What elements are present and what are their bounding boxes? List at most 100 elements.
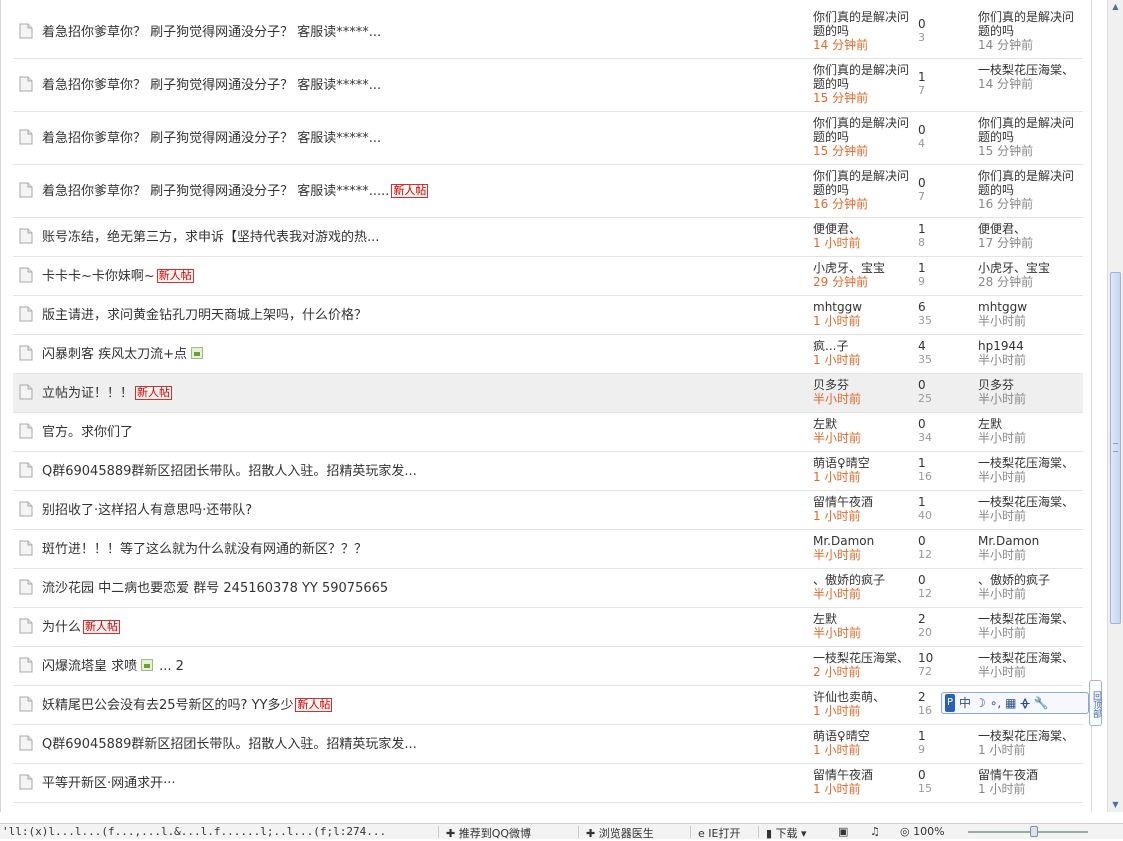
last-poster-link[interactable]: 一枝梨花压海棠、 xyxy=(978,456,1083,470)
image-attachment-icon xyxy=(191,347,204,359)
table-row[interactable]: 卡卡卡~卡你妹啊~ 新人帖 小虎牙、宝宝 29 分钟前 1 9 小虎牙、宝宝 28 分钟前 xyxy=(13,257,1083,296)
author-name-link[interactable]: 便便君、 xyxy=(813,222,913,236)
last-poster-link[interactable]: 贝多芬 xyxy=(978,378,1083,392)
last-poster-link[interactable]: 一枝梨花压海棠、 xyxy=(978,612,1083,626)
last-poster-link[interactable]: 一枝梨花压海棠、 xyxy=(978,495,1083,509)
last-poster-link[interactable]: 左默 xyxy=(978,417,1083,431)
table-row[interactable]: 着急招你爹草你？ 刷子狗觉得网通没分子？ 客服读*****... 你们真的是解决问… xyxy=(13,112,1083,165)
ime-toolbar[interactable]: P 中 ☽ ∘, ▦ ᚖ 🔧 xyxy=(941,692,1089,714)
thread-title-link[interactable]: 着急招你爹草你？ 刷子狗觉得网通没分子？ 客服读*****... xyxy=(42,78,381,93)
thread-title-link[interactable]: 闪爆流塔皇 求喷 xyxy=(42,659,137,674)
author-name-link[interactable]: 萌语♀晴空 xyxy=(813,456,913,470)
table-row[interactable]: 官方。求你们了 左默 半小时前 0 34 左默 半小时前 xyxy=(13,413,1083,452)
author-name-link[interactable]: 许仙也卖萌、 xyxy=(813,690,913,704)
ime-punctuation-icon[interactable]: ∘, xyxy=(990,694,1001,712)
thread-title-link[interactable]: 官方。求你们了 xyxy=(42,425,133,440)
table-row[interactable]: 为什么 新人帖 左默 半小时前 2 20 一枝梨花压海棠、 半小时前 xyxy=(13,608,1083,647)
author-name-link[interactable]: 萌语♀晴空 xyxy=(813,729,913,743)
ime-keyboard-icon[interactable]: ▦ xyxy=(1005,694,1016,712)
author-name-link[interactable]: 、傲娇的疯子 xyxy=(813,573,913,587)
thread-title-link[interactable]: 为什么 xyxy=(42,620,81,635)
table-row[interactable]: Q群69045889群新区招团长带队。招散人入驻。招精英玩家发... 萌语♀晴空 1… xyxy=(13,725,1083,764)
last-poster-link[interactable]: 、傲娇的疯子 xyxy=(978,573,1083,587)
last-poster-link[interactable]: 便便君、 xyxy=(978,222,1083,236)
thread-title-link[interactable]: 流沙花园 中二病也要恋爱 群号 245160378 YY 59075665 xyxy=(42,581,388,596)
author-name-link[interactable]: Mr.Damon xyxy=(813,534,913,548)
zoom-level[interactable]: ◎ 100% xyxy=(900,825,945,838)
thread-title-link[interactable]: 着急招你爹草你？ 刷子狗觉得网通没分子？ 客服读*****..... xyxy=(42,184,389,199)
table-row[interactable]: 着急招你爹草你？ 刷子狗觉得网通没分子？ 客服读*****... 你们真的是解决问… xyxy=(13,6,1083,59)
table-row[interactable]: 立帖为证！！！ 新人帖 贝多芬 半小时前 0 25 贝多芬 半小时前 xyxy=(13,374,1083,413)
post-time: 1 小时前 xyxy=(813,353,861,367)
last-poster-link[interactable]: hp1944 xyxy=(978,339,1083,353)
last-poster-link[interactable]: 你们真的是解决问题的吗 xyxy=(978,10,1083,38)
author-name-link[interactable]: 你们真的是解决问题的吗 xyxy=(813,63,913,91)
table-row[interactable]: 流沙花园 中二病也要恋爱 群号 245160378 YY 59075665 、傲娇… xyxy=(13,569,1083,608)
last-poster-link[interactable]: 一枝梨花压海棠、 xyxy=(978,63,1083,77)
thread-title-link[interactable]: 版主请进，求问黄金钻孔刀明天商城上架吗，什么价格？ xyxy=(42,308,367,323)
author-name-link[interactable]: mhtggw xyxy=(813,300,913,314)
thread-title-link[interactable]: 立帖为证！！！ xyxy=(42,386,133,401)
thread-title-link[interactable]: 账号冻结，绝无第三方，求申诉【坚持代表我对游戏的热... xyxy=(42,230,379,245)
author-name-link[interactable]: 左默 xyxy=(813,612,913,626)
thread-title-link[interactable]: 别招收了·这样招人有意思吗·还带队? xyxy=(42,503,252,518)
last-poster-link[interactable]: mhtggw xyxy=(978,300,1083,314)
scroll-up-arrow-icon[interactable]: ▲ xyxy=(1108,0,1123,14)
author-name-link[interactable]: 一枝梨花压海棠、 xyxy=(813,651,913,665)
thread-title-link[interactable]: 妖精尾巴公会没有去25号新区的吗? YY多少 xyxy=(42,698,293,713)
back-to-top-tab[interactable]: 回顶部 xyxy=(1089,680,1102,726)
ime-mode-toggle[interactable]: 中 xyxy=(959,694,971,712)
table-row[interactable]: 着急招你爹草你？ 刷子狗觉得网通没分子？ 客服读*****... 你们真的是解决问… xyxy=(13,59,1083,112)
thread-title-link[interactable]: 着急招你爹草你？ 刷子狗觉得网通没分子？ 客服读*****... xyxy=(42,25,381,40)
last-poster-link[interactable]: 一枝梨花压海棠、 xyxy=(978,651,1083,665)
zoom-slider-track[interactable] xyxy=(968,831,1088,833)
table-row[interactable]: 平等开新区·网通求开··· 留情午夜酒 1 小时前 0 15 留情午夜酒 1 小时前 xyxy=(13,764,1083,803)
last-poster-link[interactable]: 你们真的是解决问题的吗 xyxy=(978,169,1083,197)
table-row[interactable]: 着急招你爹草你？ 刷子狗觉得网通没分子？ 客服读*****..... 新人帖 你们真… xyxy=(13,165,1083,218)
view-count: 35 xyxy=(918,314,932,327)
thread-title-link[interactable]: 卡卡卡~卡你妹啊~ xyxy=(42,269,155,284)
last-poster-link[interactable]: Mr.Damon xyxy=(978,534,1083,548)
page-icon[interactable]: ▣ xyxy=(838,825,848,838)
table-row[interactable]: 别招收了·这样招人有意思吗·还带队? 留情午夜酒 1 小时前 1 40 一枝梨花压海棠、半… xyxy=(13,491,1083,530)
author-name-link[interactable]: 左默 xyxy=(813,417,913,431)
author-name-link[interactable]: 你们真的是解决问题的吗 xyxy=(813,10,913,38)
speaker-icon[interactable]: ♫ xyxy=(870,825,880,838)
last-poster-link[interactable]: 留情午夜酒 xyxy=(978,768,1083,782)
zoom-slider-knob[interactable] xyxy=(1030,826,1038,837)
author-name-link[interactable]: 疯...子 xyxy=(813,339,913,353)
ime-halfwidth-icon[interactable]: ☽ xyxy=(975,694,986,712)
ime-logo-icon[interactable]: P xyxy=(945,694,956,712)
author-name-link[interactable]: 留情午夜酒 xyxy=(813,495,913,509)
thread-title-link[interactable]: 闪暴刺客 疾风太刀流+点 xyxy=(42,347,187,362)
table-row[interactable]: 妖精尾巴公会没有去25号新区的吗? YY多少 新人帖 许仙也卖萌、 1 小时前 2 16 xyxy=(13,686,1083,725)
vertical-scrollbar[interactable]: ▲ ▼ xyxy=(1107,0,1123,812)
thread-pager-link[interactable]: ... 2 xyxy=(159,659,184,674)
scroll-thumb[interactable] xyxy=(1110,272,1121,624)
browser-statusbar: 'll:(x)l...l...(f...,...l.&...l.f......l… xyxy=(0,823,1123,840)
new-user-post-badge: 新人帖 xyxy=(135,386,173,400)
author-name-link[interactable]: 你们真的是解决问题的吗 xyxy=(813,116,913,144)
last-poster-link[interactable]: 小虎牙、宝宝 xyxy=(978,261,1083,275)
last-poster-link[interactable]: 一枝梨花压海棠、 xyxy=(978,729,1083,743)
table-row[interactable]: 闪暴刺客 疾风太刀流+点 疯...子 1 小时前 4 35 hp1944 半小时前 xyxy=(13,335,1083,374)
author-name-link[interactable]: 贝多芬 xyxy=(813,378,913,392)
thread-title-link[interactable]: 平等开新区·网通求开··· xyxy=(42,776,176,791)
scroll-down-arrow-icon[interactable]: ▼ xyxy=(1108,798,1123,812)
thread-title-link[interactable]: Q群69045889群新区招团长带队。招散人入驻。招精英玩家发... xyxy=(42,737,417,752)
table-row[interactable]: 账号冻结，绝无第三方，求申诉【坚持代表我对游戏的热... 便便君、 1 小时前 1 8 便… xyxy=(13,218,1083,257)
thread-title-link[interactable]: 斑竹进！！！等了这么就为什么就没有网通的新区？？？ xyxy=(42,542,367,557)
table-row[interactable]: 版主请进，求问黄金钻孔刀明天商城上架吗，什么价格？ mhtggw 1 小时前 6 35 m… xyxy=(13,296,1083,335)
author-name-link[interactable]: 留情午夜酒 xyxy=(813,768,913,782)
ime-settings-wrench-icon[interactable]: 🔧 xyxy=(1034,694,1049,712)
author-name-link[interactable]: 你们真的是解决问题的吗 xyxy=(813,169,913,197)
table-row[interactable]: 闪爆流塔皇 求喷... 2 一枝梨花压海棠、 2 小时前 10 72 一枝梨花压海棠、 半小… xyxy=(13,647,1083,686)
author-name-link[interactable]: 小虎牙、宝宝 xyxy=(813,261,913,275)
ime-tools-icon[interactable]: ᚖ xyxy=(1020,694,1029,712)
thread-title-link[interactable]: Q群69045889群新区招团长带队。招散人入驻。招精英玩家发... xyxy=(42,464,417,479)
thread-document-icon xyxy=(19,774,33,790)
last-poster-link[interactable]: 你们真的是解决问题的吗 xyxy=(978,116,1083,144)
table-row[interactable]: 斑竹进！！！等了这么就为什么就没有网通的新区？？？ Mr.Damon 半小时前 0 12… xyxy=(13,530,1083,569)
thread-title-link[interactable]: 着急招你爹草你？ 刷子狗觉得网通没分子？ 客服读*****... xyxy=(42,131,381,146)
table-row[interactable]: Q群69045889群新区招团长带队。招散人入驻。招精英玩家发... 萌语♀晴空 1… xyxy=(13,452,1083,491)
